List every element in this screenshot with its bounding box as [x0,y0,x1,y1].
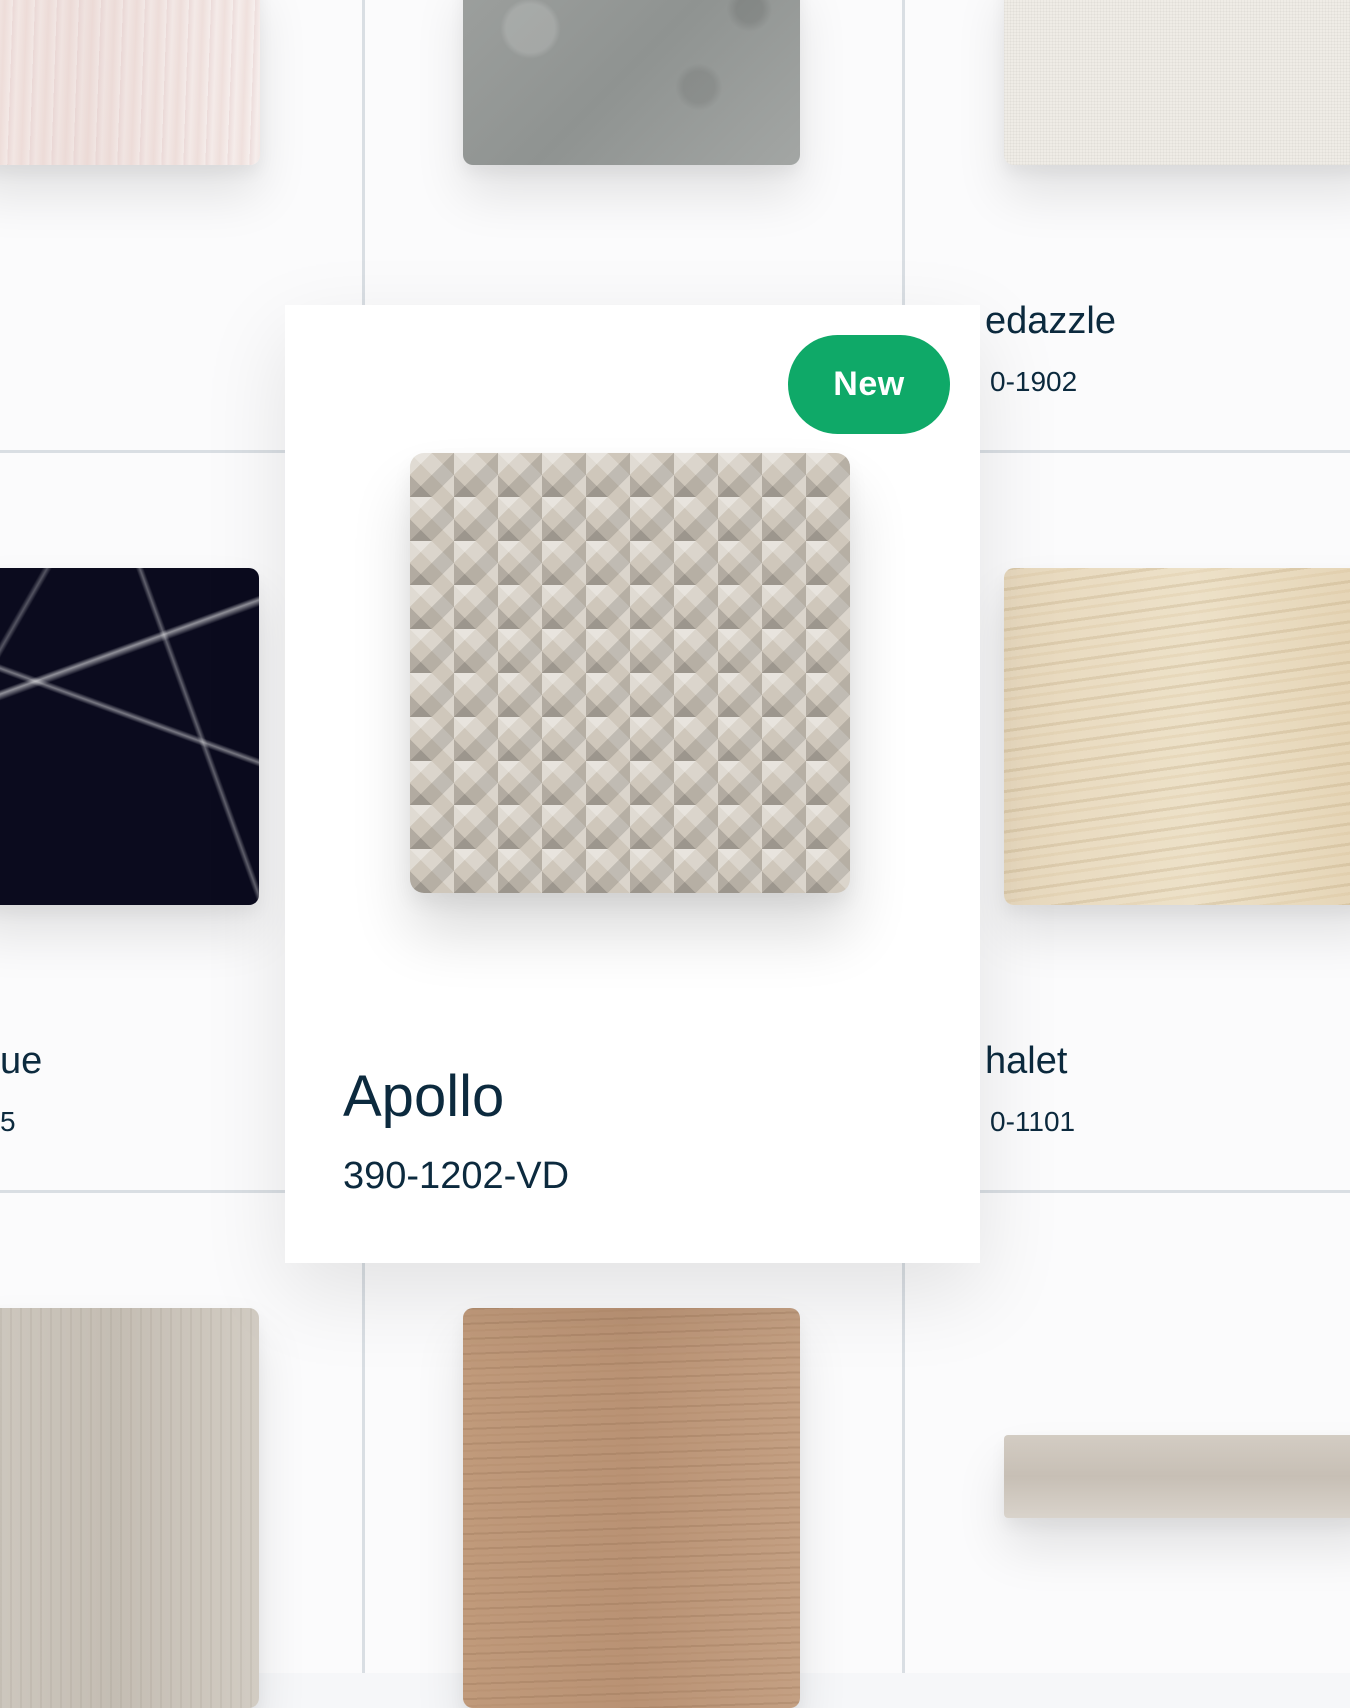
tile-code: 0-1902 [990,366,1078,397]
featured-product-card[interactable]: New Apollo 390-1202-VD [285,305,980,1263]
tile-name: edazzle [985,300,1116,342]
tile-swatch-travertine[interactable] [0,1308,259,1708]
tile-swatch-onyx[interactable] [0,0,260,165]
tile-swatch-beveled[interactable] [1004,1435,1350,1518]
featured-product-name: Apollo [343,1064,505,1129]
new-badge: New [788,335,950,434]
tile-code: 0-1101 [990,1106,1076,1137]
tile-swatch-linen[interactable] [1004,0,1350,165]
tile-code: 5 [0,1106,16,1137]
tile-name: ue [0,1040,43,1082]
grid-cell-bottom-right [905,1193,1350,1673]
featured-product-code: 390-1202-VD [343,1155,570,1197]
tile-name: halet [985,1040,1068,1082]
tile-swatch-walnut[interactable] [463,1308,800,1708]
featured-swatch-image[interactable] [410,453,850,893]
tile-swatch-light-oak[interactable] [1004,568,1350,905]
tile-swatch-black-marble[interactable] [0,568,259,905]
tile-swatch-concrete[interactable] [463,0,800,165]
